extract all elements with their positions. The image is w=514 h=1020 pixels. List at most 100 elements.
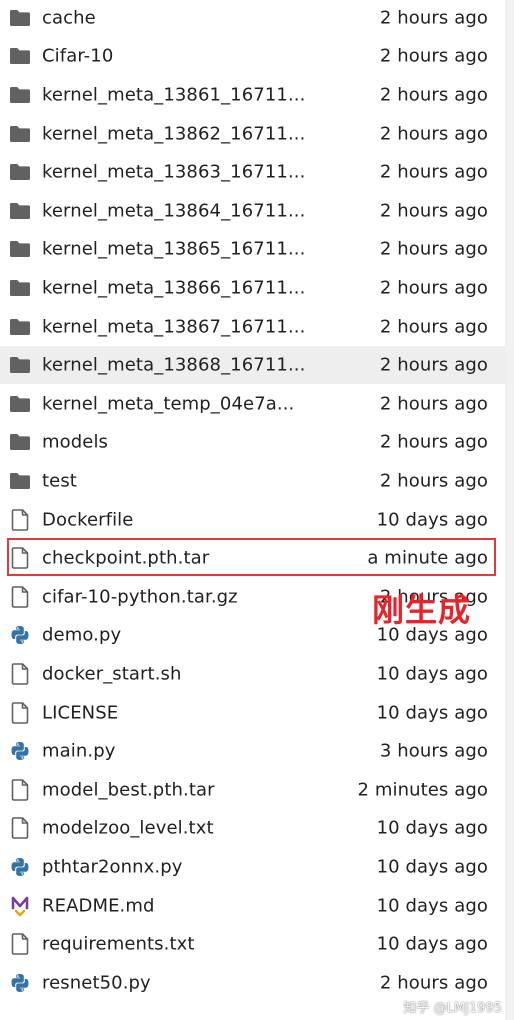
file-modified: 10 days ago [376, 702, 488, 724]
file-row[interactable]: kernel_meta_temp_04e7a... 2 hours ago [0, 385, 505, 424]
file-name[interactable]: kernel_meta_13863_16711... [42, 162, 305, 183]
file-name[interactable]: Cifar-10 [42, 46, 113, 67]
file-modified: 2 hours ago [379, 84, 488, 106]
file-name[interactable]: model_best.pth.tar [42, 779, 215, 800]
file-modified: 2 hours ago [379, 238, 488, 260]
python-icon [9, 856, 31, 878]
file-row[interactable]: README.md 10 days ago [0, 886, 505, 925]
file-modified: 2 hours ago [379, 316, 488, 338]
file-row[interactable]: kernel_meta_13866_16711... 2 hours ago [0, 269, 505, 308]
file-modified: 2 hours ago [379, 7, 488, 29]
python-icon [9, 972, 31, 994]
file-name[interactable]: cifar-10-python.tar.gz [42, 586, 238, 607]
file-name[interactable]: modelzoo_level.txt [42, 818, 214, 839]
file-name[interactable]: demo.py [42, 625, 121, 646]
file-name[interactable]: docker_start.sh [42, 663, 182, 684]
file-row[interactable]: pthtar2onnx.py 10 days ago [0, 848, 505, 887]
file-icon [9, 933, 31, 955]
file-modified: 2 hours ago [379, 470, 488, 492]
file-modified: 2 minutes ago [357, 779, 488, 801]
file-modified: 10 days ago [376, 509, 488, 531]
file-row[interactable]: kernel_meta_13863_16711... 2 hours ago [0, 153, 505, 192]
file-row[interactable]: model_best.pth.tar 2 minutes ago [0, 771, 505, 810]
file-icon [9, 547, 31, 569]
folder-icon [9, 431, 31, 453]
folder-icon [9, 161, 31, 183]
file-name[interactable]: resnet50.py [42, 972, 151, 993]
file-row[interactable]: main.py 3 hours ago [0, 732, 505, 771]
file-icon [9, 701, 31, 724]
file-row[interactable]: Dockerfile 10 days ago [0, 500, 505, 539]
file-name[interactable]: main.py [42, 741, 115, 762]
file-row[interactable]: kernel_meta_13867_16711... 2 hours ago [0, 307, 505, 346]
file-name[interactable]: cache [42, 7, 96, 28]
folder-icon [9, 316, 31, 338]
file-name[interactable]: kernel_meta_temp_04e7a... [42, 393, 294, 414]
file-name[interactable]: kernel_meta_13862_16711... [42, 123, 305, 144]
file-name[interactable]: kernel_meta_13867_16711... [42, 316, 305, 337]
file-name[interactable]: pthtar2onnx.py [42, 856, 183, 877]
file-modified: 10 days ago [376, 856, 488, 878]
file-row[interactable]: models 2 hours ago [0, 423, 505, 462]
file-name[interactable]: kernel_meta_13864_16711... [42, 200, 305, 221]
folder-icon [9, 393, 31, 415]
file-name[interactable]: README.md [42, 895, 155, 916]
file-modified: 2 hours ago [379, 161, 488, 183]
file-modified: 10 days ago [376, 817, 488, 839]
file-row[interactable]: docker_start.sh 10 days ago [0, 655, 505, 694]
file-row[interactable]: checkpoint.pth.tar a minute ago [0, 539, 505, 578]
file-name[interactable]: models [42, 432, 108, 453]
folder-icon [9, 123, 31, 145]
python-icon [9, 624, 31, 646]
folder-icon [9, 470, 31, 492]
watermark: 知乎 @LMJ1995 [403, 1001, 502, 1016]
folder-icon [9, 200, 31, 222]
file-name[interactable]: kernel_meta_13868_16711... [42, 355, 305, 376]
file-modified: 2 hours ago [379, 972, 488, 994]
file-name[interactable]: test [42, 470, 77, 491]
folder-icon [9, 84, 31, 106]
file-modified: 10 days ago [376, 663, 488, 685]
file-modified: 2 hours ago [379, 123, 488, 145]
file-modified: a minute ago [367, 547, 488, 569]
file-modified: 2 hours ago [379, 393, 488, 415]
file-row[interactable]: cache 2 hours ago [0, 0, 505, 37]
file-row[interactable]: kernel_meta_13865_16711... 2 hours ago [0, 230, 505, 269]
annotation-label: 刚生成 [372, 591, 472, 629]
file-row[interactable]: kernel_meta_13864_16711... 2 hours ago [0, 192, 505, 231]
folder-icon [9, 354, 31, 376]
file-row[interactable]: test 2 hours ago [0, 462, 505, 501]
file-icon [9, 585, 31, 608]
file-row[interactable]: kernel_meta_13862_16711... 2 hours ago [0, 114, 505, 153]
file-modified: 10 days ago [376, 895, 488, 917]
folder-icon [9, 45, 31, 67]
file-name[interactable]: Dockerfile [42, 509, 133, 530]
file-name[interactable]: kernel_meta_13861_16711... [42, 84, 305, 105]
file-row[interactable]: modelzoo_level.txt 10 days ago [0, 809, 505, 848]
file-icon [9, 663, 31, 685]
file-icon [9, 778, 31, 801]
file-row[interactable]: kernel_meta_13861_16711... 2 hours ago [0, 76, 505, 115]
python-icon [9, 740, 31, 762]
file-name[interactable]: LICENSE [42, 702, 118, 723]
markdown-icon [9, 895, 31, 917]
scrollbar[interactable] [505, 0, 514, 1020]
file-row[interactable]: requirements.txt 10 days ago [0, 925, 505, 964]
file-modified: 2 hours ago [379, 45, 488, 67]
file-row[interactable]: Cifar-10 2 hours ago [0, 37, 505, 76]
file-name[interactable]: requirements.txt [42, 934, 195, 955]
file-modified: 2 hours ago [379, 354, 488, 376]
file-row[interactable]: LICENSE 10 days ago [0, 693, 505, 732]
file-name[interactable]: checkpoint.pth.tar [42, 548, 209, 569]
file-modified: 3 hours ago [379, 740, 488, 762]
file-modified: 10 days ago [376, 933, 488, 955]
file-row[interactable]: kernel_meta_13868_16711... 2 hours ago [0, 345, 505, 385]
folder-icon [9, 277, 31, 299]
folder-icon [9, 238, 31, 260]
file-name[interactable]: kernel_meta_13865_16711... [42, 239, 305, 260]
file-name[interactable]: kernel_meta_13866_16711... [42, 277, 305, 298]
folder-icon [9, 7, 31, 29]
file-modified: 2 hours ago [379, 200, 488, 222]
file-browser-list: cache 2 hours ago Cifar-10 2 hours ago kerne… [0, 0, 505, 1020]
file-modified: 2 hours ago [379, 277, 488, 299]
